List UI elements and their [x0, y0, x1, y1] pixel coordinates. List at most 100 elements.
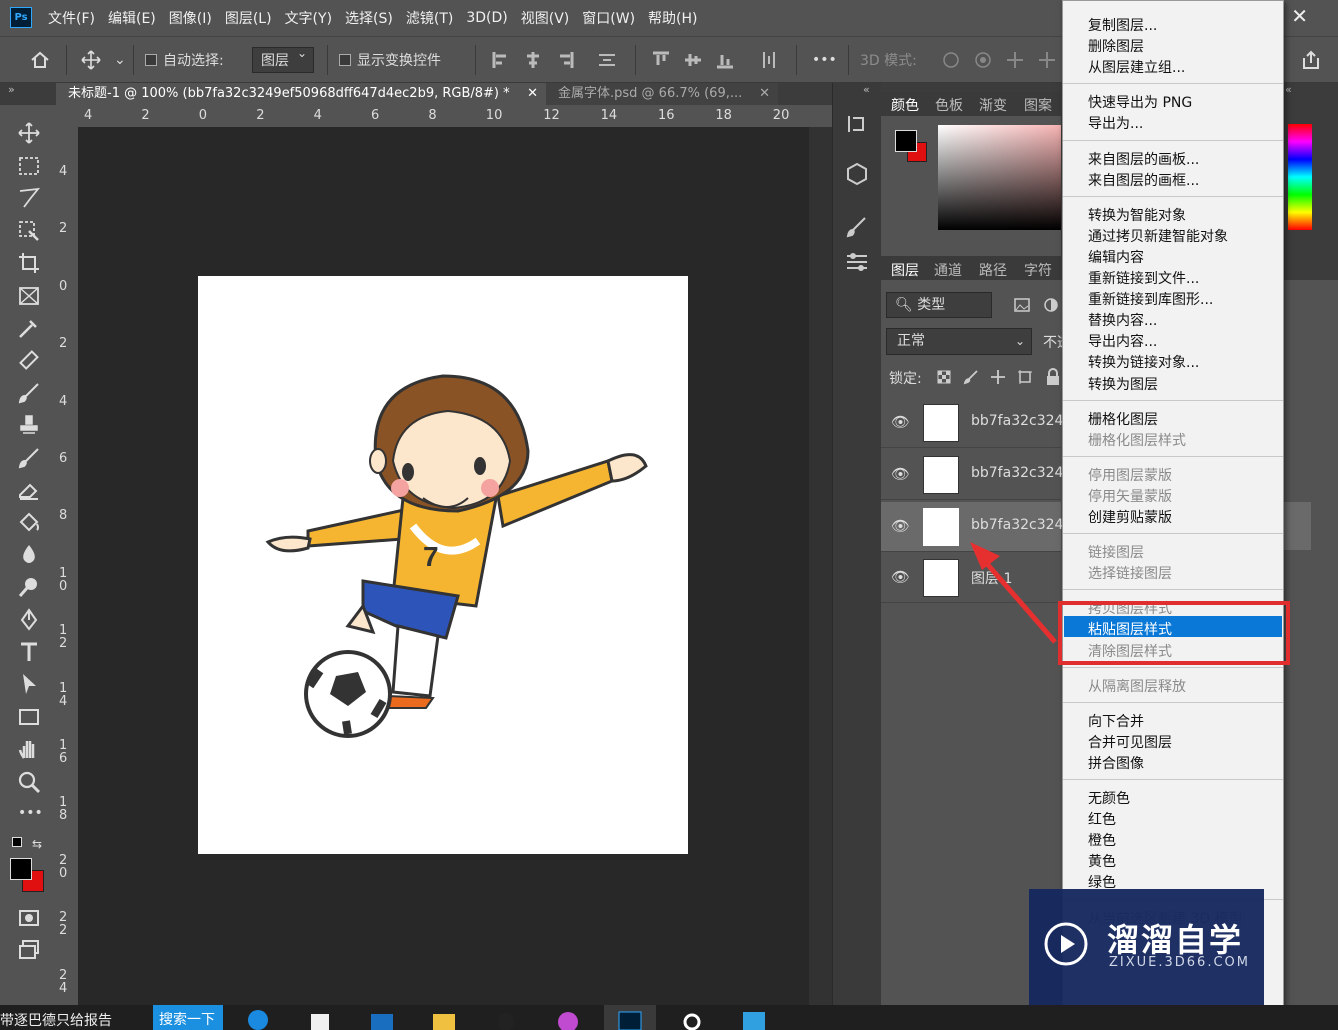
menu-edit[interactable]: 编辑(E) — [108, 8, 156, 28]
context-menu-item[interactable]: 从图层建立组... — [1088, 57, 1185, 77]
healing-brush-tool-icon[interactable] — [16, 347, 42, 373]
context-menu-item[interactable]: 无颜色 — [1088, 788, 1130, 808]
tab-patterns[interactable]: 图案 — [1024, 95, 1052, 115]
menu-layer[interactable]: 图层(L) — [225, 8, 272, 28]
brush-settings-icon[interactable] — [843, 213, 871, 241]
move-tool-icon[interactable] — [16, 120, 42, 146]
align-bottom-icon[interactable] — [714, 49, 736, 71]
history-brush-tool-icon[interactable] — [16, 445, 42, 471]
file-explorer-icon[interactable] — [432, 1008, 456, 1030]
layer-row[interactable]: 👁︎ bb7fa32c3249 — [881, 398, 1072, 448]
context-menu-item[interactable]: 合并可见图层 — [1088, 732, 1172, 752]
lasso-tool-icon[interactable] — [16, 185, 42, 211]
home-icon[interactable] — [29, 49, 51, 71]
tab-paths[interactable]: 路径 — [979, 260, 1007, 280]
eye-visibility-icon[interactable]: 👁︎ — [891, 568, 910, 586]
tab-metal-font[interactable]: 金属字体.psd @ 66.7% (69,... ✕ — [546, 83, 778, 105]
lock-all-icon[interactable] — [1045, 368, 1061, 386]
tab-untitled[interactable]: 未标题-1 @ 100% (bb7fa32c3249ef50968dff647d… — [56, 83, 546, 105]
align-middle-icon[interactable] — [682, 49, 704, 71]
3d-roll-icon[interactable] — [972, 49, 994, 71]
clone-stamp-tool-icon[interactable] — [16, 412, 42, 438]
panel-collapse-icon[interactable]: « — [1285, 83, 1292, 96]
tab-channels[interactable]: 通道 — [934, 260, 962, 280]
align-center-icon[interactable] — [522, 49, 544, 71]
layer-filter-dropdown[interactable]: 🔍︎ 类型 — [886, 292, 992, 318]
context-menu-item[interactable]: 重新链接到库图形... — [1088, 289, 1213, 309]
menu-select[interactable]: 选择(S) — [345, 8, 393, 28]
edge-browser-icon[interactable] — [246, 1008, 270, 1030]
qq-icon[interactable] — [494, 1008, 518, 1030]
context-menu-item[interactable]: 替换内容... — [1088, 310, 1157, 330]
foreground-color-swatch[interactable] — [10, 858, 32, 880]
zoom-tool-icon[interactable] — [16, 769, 42, 795]
context-menu-item[interactable]: 拼合图像 — [1088, 753, 1144, 773]
color-fg-swatch[interactable] — [895, 130, 917, 152]
browser-icon[interactable] — [556, 1008, 580, 1030]
properties-panel-icon[interactable] — [843, 248, 871, 276]
eye-visibility-icon[interactable]: 👁︎ — [891, 465, 910, 483]
menu-view[interactable]: 视图(V) — [521, 8, 570, 28]
lock-artboard-icon[interactable] — [1017, 369, 1033, 385]
store-icon[interactable] — [308, 1008, 332, 1030]
context-menu-item[interactable]: 重新链接到文件... — [1088, 268, 1199, 288]
image-filter-icon[interactable] — [1014, 297, 1030, 313]
context-menu-item[interactable]: 橙色 — [1088, 830, 1116, 850]
eye-visibility-icon[interactable]: 👁︎ — [891, 517, 910, 535]
frame-tool-icon[interactable] — [16, 283, 42, 309]
menu-filter[interactable]: 滤镜(T) — [406, 8, 453, 28]
align-right-icon[interactable] — [554, 49, 576, 71]
3d-pan-icon[interactable] — [1004, 49, 1026, 71]
context-menu-item[interactable]: 创建剪贴蒙版 — [1088, 507, 1172, 527]
3d-slide-icon[interactable] — [1036, 49, 1058, 71]
eraser-tool-icon[interactable] — [16, 477, 42, 503]
adjustment-filter-icon[interactable] — [1043, 297, 1059, 313]
tab-gradients[interactable]: 渐变 — [979, 95, 1007, 115]
distribute-vertical-icon[interactable] — [758, 49, 780, 71]
context-menu-item[interactable]: 红色 — [1088, 809, 1116, 829]
blend-mode-dropdown[interactable]: 正常 ⌄ — [886, 328, 1032, 355]
context-menu-item[interactable]: 导出内容... — [1088, 331, 1157, 351]
dodge-tool-icon[interactable] — [16, 574, 42, 600]
context-menu-item[interactable]: 快速导出为 PNG — [1088, 92, 1192, 112]
align-top-icon[interactable] — [650, 49, 672, 71]
menu-type[interactable]: 文字(Y) — [285, 8, 332, 28]
show-transform-checkbox[interactable] — [339, 54, 351, 66]
photoshop-taskbar-icon[interactable] — [618, 1008, 642, 1030]
menu-help[interactable]: 帮助(H) — [648, 8, 697, 28]
context-menu-item[interactable]: 导出为... — [1088, 113, 1143, 133]
paint-bucket-tool-icon[interactable] — [16, 509, 42, 535]
lock-pixels-icon[interactable] — [963, 369, 979, 385]
auto-select-target-dropdown[interactable]: 图层 — [252, 46, 314, 73]
tab-swatches[interactable]: 色板 — [935, 95, 963, 115]
context-menu-item[interactable]: 来自图层的画框... — [1088, 170, 1199, 190]
context-menu-item[interactable]: 来自图层的画板... — [1088, 149, 1199, 169]
tab-color[interactable]: 颜色 — [891, 95, 919, 115]
context-menu-item[interactable]: 向下合并 — [1088, 711, 1144, 731]
eyedropper-tool-icon[interactable] — [16, 315, 42, 341]
app-icon[interactable] — [742, 1008, 766, 1030]
quick-mask-icon[interactable] — [16, 905, 42, 931]
distribute-horizontal-icon[interactable] — [596, 49, 618, 71]
move-tool-icon[interactable] — [80, 49, 102, 71]
swap-colors-icon[interactable]: ⇆ — [32, 837, 42, 851]
document-canvas[interactable]: 7 — [198, 276, 688, 854]
type-tool-icon[interactable] — [16, 639, 42, 665]
marquee-tool-icon[interactable] — [16, 153, 42, 179]
context-menu-item[interactable]: 编辑内容 — [1088, 247, 1144, 267]
hue-slider[interactable] — [1288, 124, 1312, 230]
dock-collapse-icon[interactable]: « — [863, 83, 870, 96]
panel-collapse-icon[interactable]: » — [8, 83, 15, 96]
context-menu-item[interactable]: 通过拷贝新建智能对象 — [1088, 226, 1228, 246]
color-field[interactable] — [938, 125, 1061, 230]
more-tools-button[interactable]: ••• — [18, 805, 43, 821]
menu-3d[interactable]: 3D(D) — [466, 10, 507, 26]
chevron-down-icon[interactable]: ⌄ — [114, 37, 126, 83]
share-icon[interactable] — [1300, 49, 1322, 71]
hand-tool-icon[interactable] — [16, 736, 42, 762]
pen-tool-icon[interactable] — [16, 607, 42, 633]
menu-file[interactable]: 文件(F) — [48, 8, 95, 28]
crop-tool-icon[interactable] — [16, 250, 42, 276]
blur-tool-icon[interactable] — [16, 542, 42, 568]
taskbar-search-button[interactable]: 搜索一下 — [153, 1005, 223, 1030]
